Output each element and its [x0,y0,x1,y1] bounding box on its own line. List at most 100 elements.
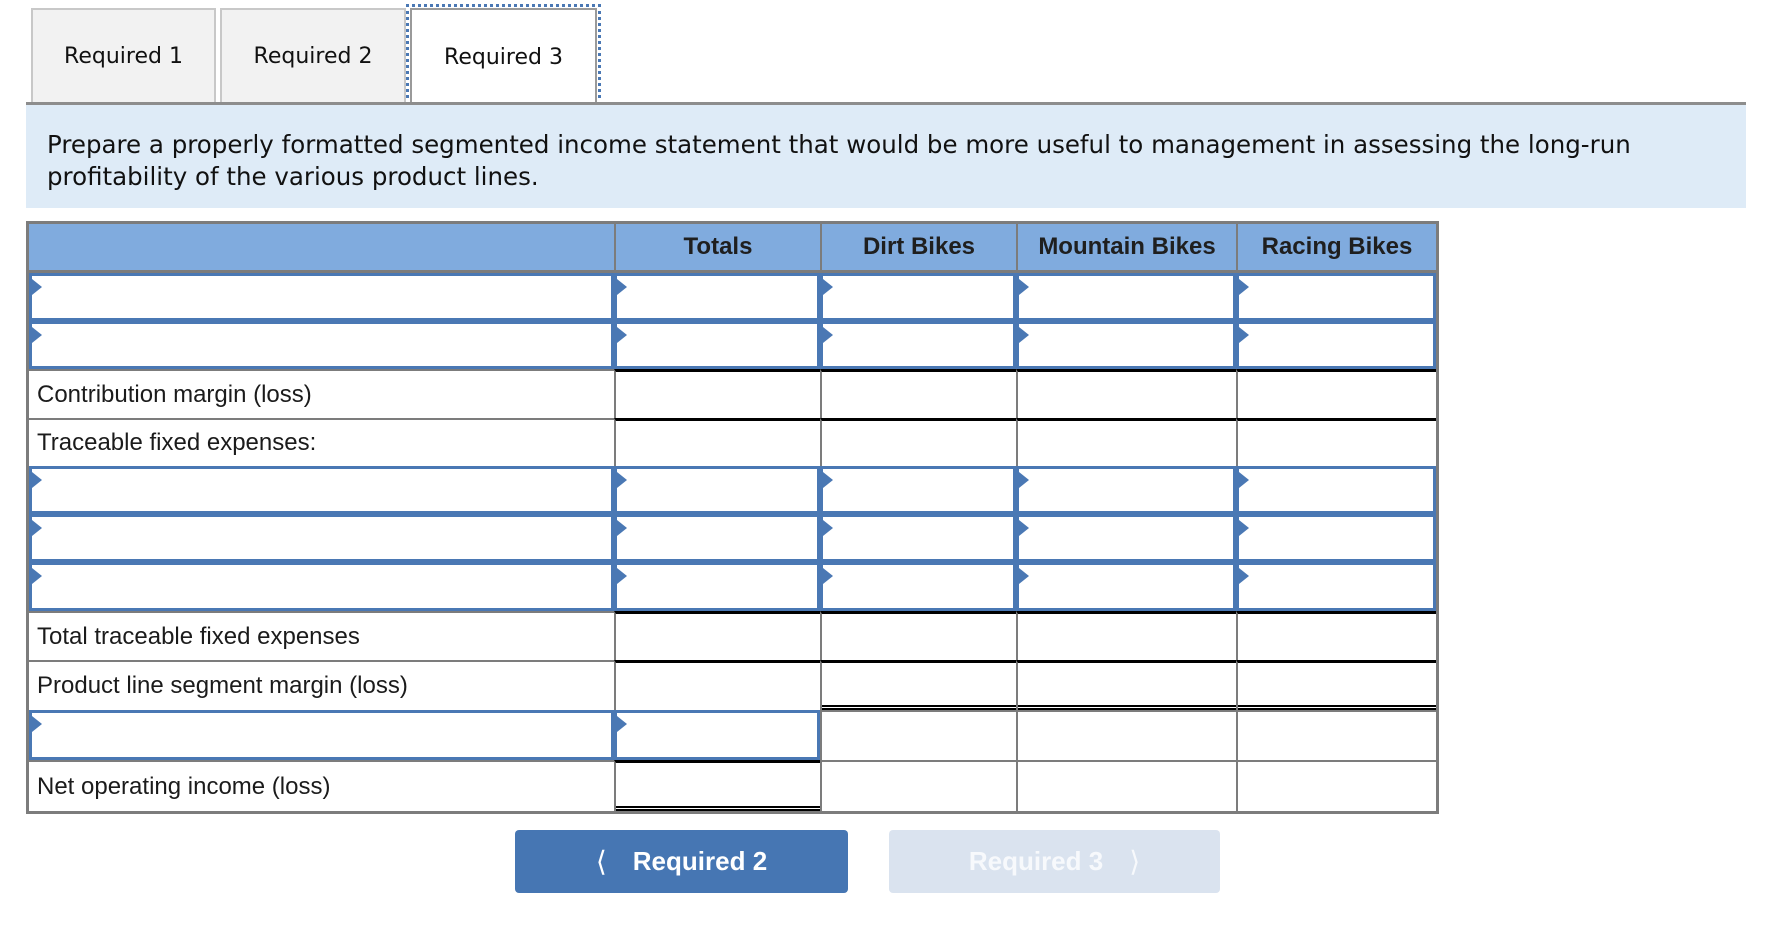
totals-input[interactable] [617,713,817,757]
tab-required-3[interactable]: Required 3 [410,8,597,104]
mountain-bikes-input[interactable] [1018,614,1236,660]
mountain-bikes-cell[interactable] [1016,466,1236,514]
dirt-bikes-cell[interactable] [820,514,1016,562]
racing-bikes-cell[interactable] [1236,273,1436,321]
row-label-select[interactable] [29,466,614,514]
totals-cell[interactable] [614,514,820,562]
segmented-income-statement-table: Totals Dirt Bikes Mountain Bikes Racing … [26,221,1439,814]
mountain-bikes-cell[interactable] [1016,321,1236,369]
dirt-bikes-input[interactable] [823,565,1013,608]
totals-input[interactable] [617,276,817,318]
mountain-bikes-input[interactable] [1019,565,1233,608]
dirt-bikes-cell [820,760,1016,811]
racing-bikes-cell [1236,660,1436,710]
totals-cell[interactable] [614,710,820,760]
mountain-bikes-cell[interactable] [1016,273,1236,321]
row-label-input[interactable] [32,713,611,757]
row-label-input[interactable] [32,565,611,608]
racing-bikes-cell[interactable] [1236,466,1436,514]
table-row-net-operating-income: Net operating income (loss) [29,760,1436,811]
racing-bikes-input[interactable] [1239,565,1433,608]
dirt-bikes-input[interactable] [822,663,1016,710]
totals-cell[interactable] [614,562,820,611]
mountain-bikes-input[interactable] [1019,324,1233,366]
totals-input[interactable] [617,517,817,559]
row-label-select[interactable] [29,710,614,760]
dirt-bikes-input[interactable] [823,276,1013,318]
racing-bikes-cell [1236,369,1436,418]
mountain-bikes-input[interactable] [1018,372,1236,418]
mountain-bikes-cell[interactable] [1016,514,1236,562]
dirt-bikes-input[interactable] [822,614,1016,660]
table-row-traceable-fixed-expenses: Traceable fixed expenses: [29,418,1436,466]
dirt-bikes-cell[interactable] [820,562,1016,611]
mountain-bikes-input[interactable] [1019,517,1233,559]
totals-cell[interactable] [614,273,820,321]
totals-input[interactable] [617,324,817,366]
dirt-bikes-cell [820,710,1016,760]
totals-input[interactable] [617,469,817,511]
row-label: Product line segment margin (loss) [29,660,614,710]
table-row-contribution-margin: Contribution margin (loss) [29,369,1436,418]
racing-bikes-input[interactable] [1239,324,1433,366]
racing-bikes-cell[interactable] [1236,321,1436,369]
totals-cell [614,418,820,466]
dirt-bikes-input[interactable] [822,372,1016,418]
dirt-bikes-cell[interactable] [820,321,1016,369]
row-label-input[interactable] [32,517,611,559]
row-label-input[interactable] [32,276,611,318]
totals-cell[interactable] [614,466,820,514]
racing-bikes-input[interactable] [1238,663,1436,710]
row-label-select[interactable] [29,273,614,321]
dirt-bikes-cell[interactable] [820,273,1016,321]
mountain-bikes-cell [1016,369,1236,418]
row-label-input[interactable] [32,324,611,366]
racing-bikes-input[interactable] [1239,469,1433,511]
tab-required-1[interactable]: Required 1 [31,8,216,102]
mountain-bikes-input[interactable] [1018,663,1236,710]
racing-bikes-input[interactable] [1239,517,1433,559]
racing-bikes-cell[interactable] [1236,562,1436,611]
table-row-input-4 [29,514,1436,562]
mountain-bikes-cell [1016,710,1236,760]
row-label: Net operating income (loss) [29,760,614,811]
mountain-bikes-cell [1016,611,1236,660]
table-row-total-traceable-fixed-expenses: Total traceable fixed expenses [29,611,1436,660]
tab-required-2[interactable]: Required 2 [220,8,406,102]
mountain-bikes-input[interactable] [1019,276,1233,318]
row-label-input[interactable] [32,469,611,511]
row-label-select[interactable] [29,514,614,562]
dirt-bikes-input[interactable] [823,324,1013,366]
dirt-bikes-cell[interactable] [820,466,1016,514]
racing-bikes-cell [1236,760,1436,811]
dirt-bikes-cell [820,369,1016,418]
row-label-select[interactable] [29,321,614,369]
racing-bikes-input[interactable] [1239,276,1433,318]
empty-segment-cells [820,710,1436,760]
racing-bikes-cell[interactable] [1236,514,1436,562]
table-row-input-2 [29,321,1436,369]
totals-cell[interactable] [614,321,820,369]
totals-cell [614,760,820,811]
dirt-bikes-input[interactable] [823,517,1013,559]
totals-cell [614,660,820,710]
next-required-3-button[interactable]: Required 3 ⟩ [889,830,1220,893]
row-label: Contribution margin (loss) [29,369,614,418]
totals-cell [614,611,820,660]
totals-input[interactable] [617,565,817,608]
instruction-text: Prepare a properly formatted segmented i… [47,130,1631,191]
totals-input[interactable] [616,663,820,710]
prev-required-2-button[interactable]: ⟨ Required 2 [515,830,848,893]
racing-bikes-input[interactable] [1238,614,1436,660]
dirt-bikes-input[interactable] [823,469,1013,511]
header-label-column [29,224,614,270]
totals-input[interactable] [616,372,820,418]
chevron-right-icon: ⟩ [1129,846,1141,877]
mountain-bikes-cell[interactable] [1016,562,1236,611]
totals-input[interactable] [616,614,820,660]
totals-input[interactable] [616,763,820,811]
racing-bikes-input[interactable] [1238,372,1436,418]
mountain-bikes-input[interactable] [1019,469,1233,511]
row-label-select[interactable] [29,562,614,611]
table-row-input-3 [29,466,1436,514]
